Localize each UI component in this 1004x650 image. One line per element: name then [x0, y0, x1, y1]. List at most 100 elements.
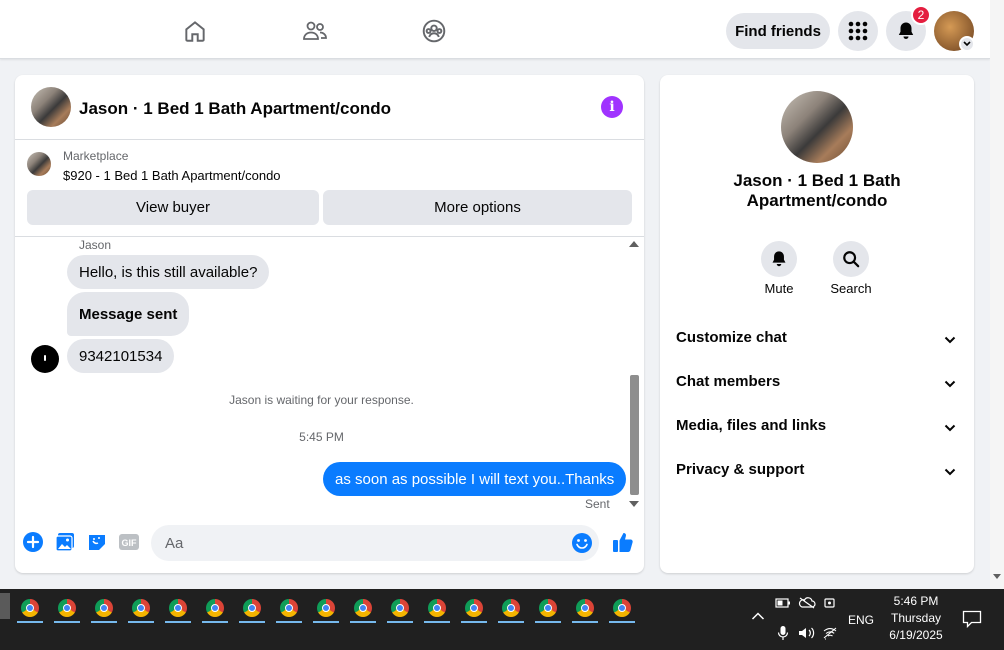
message-status: Sent — [585, 497, 610, 511]
chat-avatar[interactable] — [31, 87, 71, 127]
sender-avatar[interactable] — [31, 345, 59, 373]
chrome-icon — [206, 599, 224, 617]
taskbar-chrome-window[interactable] — [87, 594, 121, 623]
sender-name: Jason — [79, 238, 112, 252]
thumbs-up-icon[interactable] — [611, 530, 635, 554]
battery-icon[interactable] — [775, 597, 791, 612]
listing-thumbnail[interactable] — [27, 152, 51, 176]
message-list: Jason Hello, is this still available? Me… — [15, 237, 628, 514]
message-composer: GIF — [15, 520, 644, 567]
taskbar-chrome-window[interactable] — [494, 594, 528, 623]
notification-badge: 2 — [911, 5, 931, 25]
chat-title[interactable]: Jason · 1 Bed 1 Bath Apartment/condo — [79, 99, 391, 119]
taskbar-chrome-window[interactable] — [235, 594, 269, 623]
taskbar-chrome-window[interactable] — [309, 594, 343, 623]
taskbar-chrome-window[interactable] — [161, 594, 195, 623]
marketplace-label: Marketplace — [63, 149, 129, 163]
taskbar-chrome-window[interactable] — [272, 594, 306, 623]
taskbar-chrome-window[interactable] — [124, 594, 158, 623]
top-navigation-bar: Find friends 2 — [0, 0, 990, 59]
taskbar-chrome-window[interactable] — [568, 594, 602, 623]
clock-date: 6/19/2025 — [889, 628, 943, 642]
more-options-button[interactable]: More options — [323, 190, 632, 225]
chrome-icon — [21, 599, 39, 617]
section-label: Customize chat — [676, 328, 787, 346]
taskbar-chrome-window[interactable] — [531, 594, 565, 623]
message-bubble[interactable]: Hello, is this still available? — [67, 255, 270, 289]
message-timestamp: 5:45 PM — [299, 430, 344, 444]
taskbar-edge — [0, 593, 10, 619]
meet-icon[interactable] — [823, 596, 837, 613]
sticker-icon[interactable] — [86, 531, 108, 553]
wifi-icon[interactable] — [822, 626, 838, 643]
section-privacy-support[interactable]: Privacy & support — [660, 451, 974, 487]
emoji-icon[interactable] — [571, 532, 593, 554]
info-icon[interactable]: i — [601, 96, 623, 118]
chrome-icon — [539, 599, 557, 617]
scroll-up-arrow-icon[interactable] — [629, 241, 639, 247]
clock[interactable]: 5:46 PM Thursday 6/19/2025 — [868, 593, 964, 644]
chevron-down-icon — [944, 331, 956, 348]
speaker-icon[interactable] — [798, 626, 816, 643]
chrome-icon — [243, 599, 261, 617]
chevron-down-icon — [944, 419, 956, 436]
microphone-icon[interactable] — [777, 625, 789, 644]
taskbar-chrome-window[interactable] — [50, 594, 84, 623]
scroll-down-arrow-icon[interactable] — [629, 501, 639, 507]
chrome-icon — [502, 599, 520, 617]
scroll-down-arrow-icon[interactable] — [993, 574, 1001, 579]
section-label: Media, files and links — [676, 416, 827, 434]
message-scrollbar[interactable] — [627, 237, 644, 514]
home-icon[interactable] — [178, 14, 212, 48]
chrome-icon — [169, 599, 187, 617]
find-friends-button[interactable]: Find friends — [726, 13, 830, 49]
chevron-down-icon — [944, 463, 956, 480]
mute-button[interactable]: Mute — [749, 241, 809, 296]
message-input-container — [151, 525, 599, 561]
message-bubble[interactable]: Message sent — [67, 292, 190, 336]
section-media-files-links[interactable]: Media, files and links — [660, 407, 974, 443]
listing-title[interactable]: $920 - 1 Bed 1 Bath Apartment/condo — [63, 168, 281, 183]
chevron-down-icon — [944, 375, 956, 392]
chrome-icon — [391, 599, 409, 617]
chat-panel: Jason · 1 Bed 1 Bath Apartment/condo i M… — [15, 75, 644, 573]
outgoing-message-bubble[interactable]: as soon as possible I will text you..Tha… — [323, 462, 627, 496]
taskbar-chrome-window[interactable] — [346, 594, 380, 623]
taskbar-chrome-window[interactable] — [457, 594, 491, 623]
mute-label: Mute — [764, 281, 794, 296]
message-input[interactable] — [151, 525, 551, 561]
cloud-off-icon[interactable] — [798, 597, 816, 612]
photo-icon[interactable] — [54, 531, 76, 553]
chevron-up-icon[interactable] — [751, 610, 765, 624]
taskbar-chrome-window[interactable] — [383, 594, 417, 623]
section-customize-chat[interactable]: Customize chat — [660, 319, 974, 355]
taskbar-chrome-window[interactable] — [605, 594, 639, 623]
search-button[interactable]: Search — [821, 241, 881, 296]
view-buyer-button[interactable]: View buyer — [27, 190, 319, 225]
section-chat-members[interactable]: Chat members — [660, 363, 974, 399]
chrome-icon — [465, 599, 483, 617]
menu-grid-icon[interactable] — [838, 11, 878, 51]
conversation-avatar[interactable] — [781, 91, 853, 163]
waiting-notice: Jason is waiting for your response. — [229, 393, 414, 407]
groups-icon[interactable] — [417, 14, 451, 48]
svg-text:GIF: GIF — [122, 538, 138, 548]
conversation-title: Jason · 1 Bed 1 Bath Apartment/condo — [733, 171, 901, 210]
chevron-down-icon[interactable] — [959, 36, 975, 52]
message-bubble[interactable]: 9342101534 — [67, 339, 175, 373]
search-icon[interactable] — [833, 241, 869, 277]
gif-icon[interactable]: GIF — [118, 531, 140, 553]
windows-taskbar: ENG 5:46 PM Thursday 6/19/2025 — [0, 589, 1004, 650]
taskbar-chrome-window[interactable] — [420, 594, 454, 623]
taskbar-chrome-window[interactable] — [13, 594, 47, 623]
scrollbar-thumb[interactable] — [630, 375, 639, 495]
clock-day: Thursday — [890, 611, 942, 625]
friends-icon[interactable] — [298, 14, 332, 48]
notifications-icon[interactable] — [962, 610, 982, 631]
bell-icon[interactable] — [761, 241, 797, 277]
chrome-icon — [132, 599, 150, 617]
taskbar-chrome-window[interactable] — [198, 594, 232, 623]
add-icon[interactable] — [22, 531, 44, 553]
chrome-icon — [354, 599, 372, 617]
page-scrollbar[interactable] — [990, 0, 1004, 589]
